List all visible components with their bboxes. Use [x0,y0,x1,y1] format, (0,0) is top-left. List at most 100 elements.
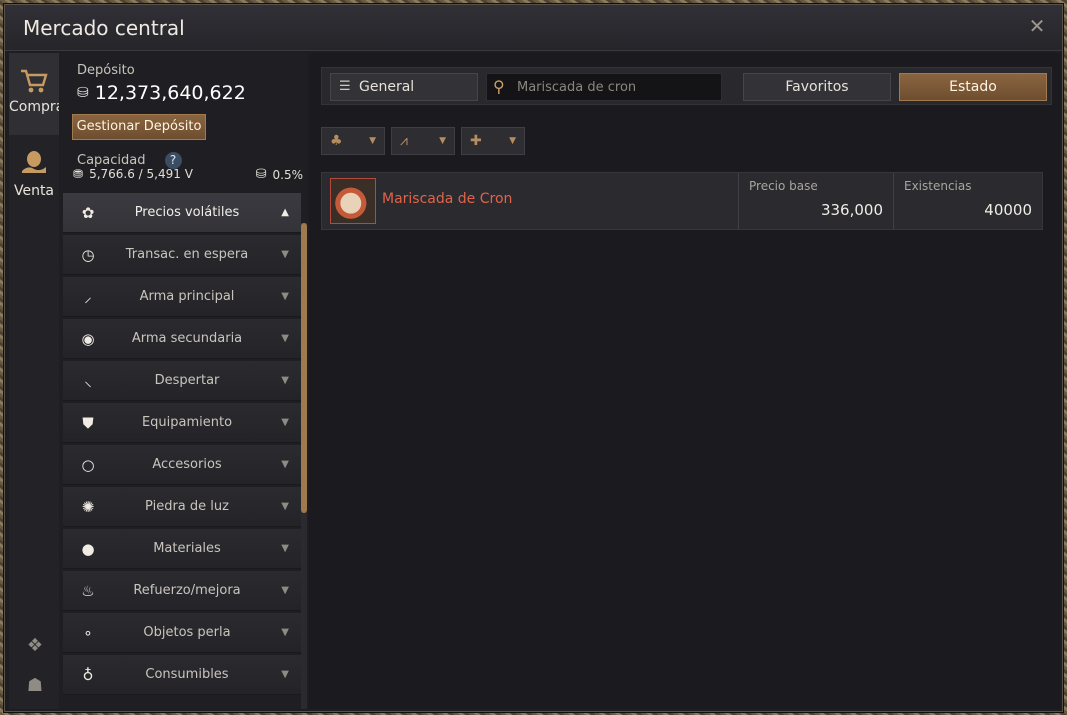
capacity-weight: 5,766.6 / 5,491 V [89,167,193,181]
category-label: Refuerzo/mejora [133,583,241,598]
category-item[interactable]: ◷ Transac. en espera ▼ [63,235,301,275]
chevron-up-icon: ▲ [281,207,289,218]
capacity-label: Capacidad [77,153,146,168]
category-item[interactable]: ✿ Precios volátiles ▲ [63,193,301,233]
deposit-value: 12,373,640,622 [94,82,246,104]
plus-icon: ✚ [470,133,482,149]
blade-icon: ⸜ [84,372,92,390]
cart-icon [21,69,48,93]
chevron-down-icon: ▼ [281,627,289,638]
category-label: Objetos perla [143,625,231,640]
category-list: ✿ Precios volátiles ▲ ◷ Transac. en espe… [63,193,301,709]
manage-deposit-button[interactable]: Gestionar Depósito [72,114,206,140]
window-title: Mercado central [23,16,185,40]
status-button[interactable]: Estado [899,73,1047,101]
chevron-down-icon: ▼ [281,585,289,596]
tab-buy[interactable]: Compra [9,53,65,135]
search-icon: ⚲ [493,77,505,96]
chevron-down-icon: ▼ [369,136,376,146]
search-box: ⚲ [486,73,722,101]
market-item-row[interactable]: Mariscada de Cron Precio base 336,000 Ex… [321,172,1043,230]
category-scroll-thumb[interactable] [301,223,307,513]
title-bar: Mercado central ✕ [5,5,1062,51]
category-item[interactable]: ✺ Piedra de luz ▼ [63,487,301,527]
chevron-down-icon: ▼ [281,669,289,680]
deposit-block: Depósito ⛁ 12,373,640,622 [77,63,246,104]
bag-icon: ♣ [330,133,343,149]
base-price-value: 336,000 [820,201,883,219]
close-icon[interactable]: ✕ [1026,15,1048,37]
favorites-button[interactable]: Favoritos [743,73,891,101]
backpack-icon[interactable]: ☗ [23,675,47,699]
tab-sell-label: Venta [13,183,55,199]
shield-icon: ◉ [81,330,95,348]
silver-coins-icon: ⛁ [77,85,89,101]
category-item[interactable]: ⛊ Equipamiento ▼ [63,403,301,443]
category-label: Arma principal [139,289,235,304]
mode-tabs: Compra Venta ❖ ☗ [9,53,65,709]
list-icon: ☰ [339,79,351,94]
toolbar: ☰ General ⚲ Favoritos Estado [321,67,1052,105]
category-label: Precios volátiles [134,205,240,220]
stock-value: 40000 [984,201,1032,219]
category-item[interactable]: ⸜ Despertar ▼ [63,361,301,401]
material-icon: ● [81,540,95,558]
category-item[interactable]: ♁ Consumibles ▼ [63,655,301,695]
tree-icon[interactable]: ❖ [23,635,47,659]
weight-icon: ⛃ [73,167,84,181]
search-input[interactable] [517,74,717,100]
clock-icon: ◷ [81,246,95,264]
chevron-down-icon: ▼ [281,291,289,302]
gear-icon: ✿ [81,204,95,222]
item-thumbnail [330,178,376,224]
lightstone-icon: ✺ [81,498,95,516]
stock-column: Existencias 40000 [893,173,1042,229]
category-item[interactable]: ∘ Objetos perla ▼ [63,613,301,653]
item-name: Mariscada de Cron [382,191,513,207]
chevron-down-icon: ▼ [281,333,289,344]
category-item[interactable]: ♨ Refuerzo/mejora ▼ [63,571,301,611]
category-item[interactable]: ● Materiales ▼ [63,529,301,569]
base-price-label: Precio base [749,179,818,193]
category-item[interactable]: ○ Accesorios ▼ [63,445,301,485]
graph-icon: ⩘ [400,133,408,149]
pearl-icon: ∘ [83,624,93,642]
category-dropdown[interactable]: ☰ General [330,73,478,101]
main-panel: ☰ General ⚲ Favoritos Estado ♣ ▼ ⩘ ▼ ✚ ▼ [309,53,1060,709]
base-price-column: Precio base 336,000 [738,173,893,229]
category-item[interactable]: ⸝ Arma principal ▼ [63,277,301,317]
chevron-down-icon: ▼ [281,459,289,470]
graph-filter[interactable]: ⩘ ▼ [391,127,455,155]
filter-bar: ♣ ▼ ⩘ ▼ ✚ ▼ [321,127,525,155]
flame-icon: ♨ [81,582,95,600]
bag-filter[interactable]: ♣ ▼ [321,127,385,155]
hand-bag-icon [22,151,46,173]
chevron-down-icon: ▼ [281,501,289,512]
capacity-block: Capacidad ? [77,149,182,169]
chevron-down-icon: ▼ [281,375,289,386]
category-label: Piedra de luz [145,499,229,514]
armor-icon: ⛊ [82,414,94,432]
sidebar: Depósito ⛁ 12,373,640,622 Gestionar Depó… [59,53,307,709]
stock-label: Existencias [904,179,972,193]
category-label: Arma secundaria [131,331,243,346]
category-label: Consumibles [145,667,229,682]
category-dropdown-label: General [359,79,415,95]
tax-icon: ⛁ [255,167,267,182]
category-label: Despertar [154,373,220,388]
plus-filter[interactable]: ✚ ▼ [461,127,525,155]
central-market-window: Mercado central ✕ Compra Venta ❖ ☗ Depós… [4,4,1063,712]
category-item[interactable]: ◉ Arma secundaria ▼ [63,319,301,359]
category-label: Transac. en espera [125,247,249,262]
potion-icon: ♁ [82,666,94,684]
chevron-down-icon: ▼ [439,136,446,146]
chevron-down-icon: ▼ [281,543,289,554]
chevron-down-icon: ▼ [281,417,289,428]
capacity-tax: 0.5% [272,167,304,182]
tab-buy-label: Compra [9,99,65,115]
ring-icon: ○ [81,456,95,474]
tab-sell[interactable]: Venta [9,139,59,215]
chevron-down-icon: ▼ [509,136,516,146]
sword-icon: ⸝ [84,288,92,306]
deposit-label: Depósito [77,63,135,78]
